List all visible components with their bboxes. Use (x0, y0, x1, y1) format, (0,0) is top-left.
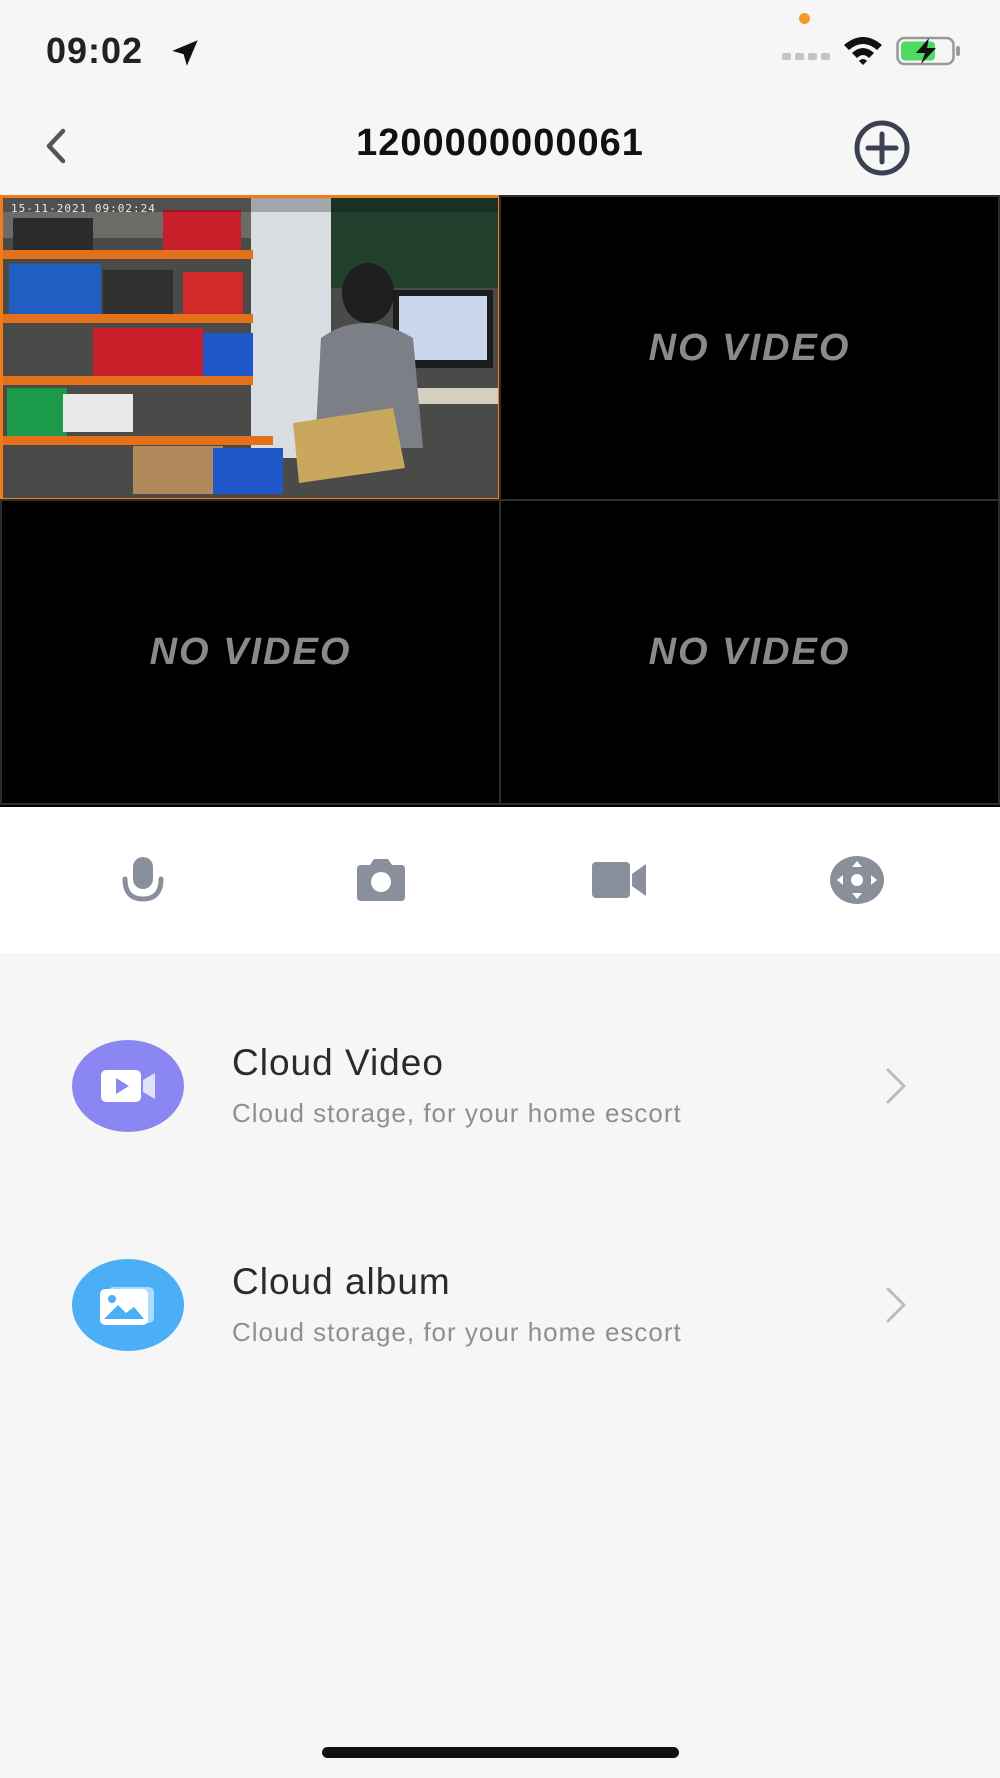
video-cell-2[interactable]: NO VIDEO (499, 195, 1000, 501)
battery-charging-icon (896, 36, 960, 66)
chevron-right-icon (886, 1287, 906, 1323)
snapshot-button[interactable] (346, 845, 416, 915)
microphone-icon (122, 857, 164, 902)
video-camera-icon (592, 862, 646, 898)
video-cell-1[interactable]: 15-11-2021 09:02:24 (0, 195, 501, 501)
video-grid: 15-11-2021 09:02:24 NO VIDEO NO VIDEO NO… (0, 195, 1000, 807)
chevron-left-icon (46, 128, 66, 164)
privacy-indicator-dot (799, 13, 810, 24)
ptz-control-button[interactable] (822, 845, 892, 915)
cloud-album-subtitle: Cloud storage, for your home escort (232, 1317, 682, 1347)
no-video-label: NO VIDEO (648, 326, 851, 369)
page-title: 1200000000061 (356, 122, 644, 164)
control-toolbar (0, 807, 1000, 953)
microphone-button[interactable] (108, 845, 178, 915)
cloud-album-title: Cloud album (232, 1261, 451, 1302)
video-cell-3[interactable]: NO VIDEO (0, 499, 501, 805)
ptz-direction-icon (830, 856, 884, 904)
cloud-album-icon (72, 1259, 184, 1351)
no-video-label: NO VIDEO (149, 630, 352, 673)
cloud-video-icon (72, 1040, 184, 1132)
cloud-video-subtitle: Cloud storage, for your home escort (232, 1098, 682, 1128)
wifi-icon (844, 37, 882, 65)
record-button[interactable] (584, 845, 654, 915)
plus-circle-icon (854, 120, 910, 176)
status-time: 09:02 (46, 30, 144, 71)
back-button[interactable] (30, 116, 82, 176)
camera-icon (357, 859, 405, 901)
cloud-video-item[interactable]: Cloud Video Cloud storage, for your home… (0, 1016, 1000, 1156)
cellular-signal-icon (782, 53, 830, 60)
video-cell-4[interactable]: NO VIDEO (499, 499, 1000, 805)
no-video-label: NO VIDEO (648, 630, 851, 673)
chevron-right-icon (886, 1068, 906, 1104)
add-button[interactable] (850, 116, 914, 180)
nav-bar: 1200000000061 (0, 96, 1000, 196)
cloud-album-item[interactable]: Cloud album Cloud storage, for your home… (0, 1235, 1000, 1375)
status-bar: 09:02 (0, 0, 1000, 96)
cloud-video-title: Cloud Video (232, 1042, 444, 1083)
live-video-feed (3, 198, 498, 498)
home-indicator[interactable] (322, 1747, 679, 1758)
camera-timestamp: 15-11-2021 09:02:24 (11, 202, 156, 215)
location-arrow-icon (172, 40, 198, 66)
